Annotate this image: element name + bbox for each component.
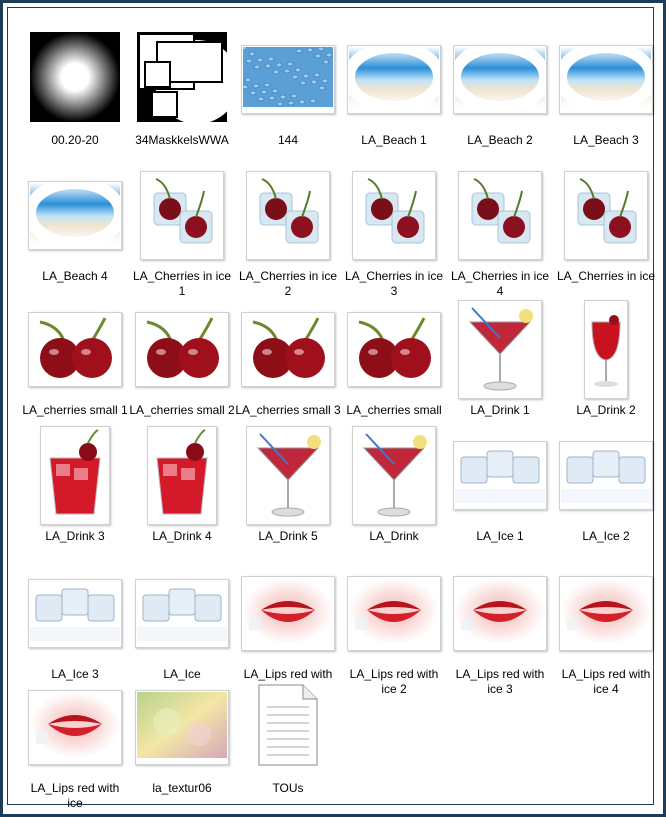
file-thumbnail <box>555 40 657 114</box>
file-thumbnail <box>246 170 330 260</box>
file-item[interactable]: LA_Lips red with ice 2 <box>341 565 447 697</box>
file-item[interactable]: 34MaskkelsWWA <box>129 31 239 148</box>
file-item[interactable]: la_textur06 <box>129 679 235 796</box>
file-name: la_textur06 <box>152 781 212 795</box>
file-item[interactable]: LA_Lips red with ice 3 <box>447 565 553 697</box>
file-thumbnail <box>241 575 335 651</box>
file-item[interactable]: 144 <box>235 31 341 148</box>
file-name: LA_cherries small 1 <box>22 403 128 417</box>
file-name: LA_cherries small 2 <box>129 403 235 417</box>
file-item[interactable]: LA_Beach 3 <box>553 31 659 148</box>
file-name: LA_Beach 4 <box>42 269 108 283</box>
file-item[interactable]: LA_cherries small 3 <box>235 301 341 418</box>
file-thumbnail <box>135 311 229 387</box>
file-name: LA_Ice 2 <box>582 529 630 543</box>
file-thumbnail <box>241 311 335 387</box>
file-name: 34MaskkelsWWA <box>135 133 229 147</box>
file-name: LA_Beach 2 <box>467 133 533 147</box>
file-item[interactable]: LA_Cherries in ice 3 <box>341 167 447 299</box>
file-thumbnail <box>140 170 224 260</box>
file-item[interactable]: LA_Drink 5 <box>235 425 341 544</box>
file-thumbnail <box>147 425 217 525</box>
file-name: LA_Lips red with ice <box>30 781 120 810</box>
file-item[interactable]: LA_Cherries in ice 1 <box>129 167 235 299</box>
file-thumbnail <box>137 31 239 127</box>
file-item[interactable]: LA_Cherries in ice <box>553 167 659 284</box>
file-name: LA_Cherries in ice 1 <box>132 269 232 298</box>
file-thumbnail <box>449 40 551 114</box>
file-name: LA_Drink 2 <box>576 403 636 417</box>
file-name: 144 <box>277 133 299 147</box>
file-thumbnail <box>28 578 122 648</box>
file-name: LA_Drink <box>369 529 419 543</box>
file-name: 00.20-20 <box>51 133 99 147</box>
file-item[interactable]: 00.20-20 <box>22 31 128 148</box>
file-thumbnail <box>28 311 122 387</box>
file-item[interactable]: LA_Beach 4 <box>22 167 128 284</box>
file-name: LA_Cherries in ice 4 <box>450 269 550 298</box>
file-item[interactable]: LA_Drink <box>341 425 447 544</box>
document-icon <box>257 683 319 772</box>
file-item[interactable]: LA_Ice 2 <box>553 427 659 544</box>
file-thumbnail <box>24 176 126 250</box>
file-item[interactable]: LA_Lips red with ice 1 <box>235 565 341 697</box>
file-item[interactable]: LA_Ice 1 <box>447 427 553 544</box>
file-item[interactable]: LA_Beach 1 <box>341 31 447 148</box>
file-thumbnail <box>40 425 110 525</box>
file-thumbnail <box>352 425 436 525</box>
file-item[interactable]: LA_Lips red with ice 4 <box>553 565 659 697</box>
file-item[interactable]: LA_Lips red with ice <box>22 679 128 811</box>
file-item[interactable]: LA_Cherries in ice 2 <box>235 167 341 299</box>
file-thumbnail <box>559 575 653 651</box>
file-name: LA_Beach 3 <box>573 133 639 147</box>
file-item[interactable]: LA_Drink 2 <box>553 299 659 418</box>
file-thumbnail <box>564 170 648 260</box>
file-name: LA_Cherries in ice <box>556 269 656 283</box>
file-name: LA_Drink 3 <box>45 529 105 543</box>
file-item[interactable]: LA_Cherries in ice 4 <box>447 167 553 299</box>
file-name: LA_cherries small <box>346 403 442 417</box>
file-thumbnail <box>347 575 441 651</box>
file-item[interactable]: LA_Beach 2 <box>447 31 553 148</box>
file-item[interactable]: LA_Ice <box>129 565 235 682</box>
file-item[interactable]: LA_cherries small 2 <box>129 301 235 418</box>
file-item[interactable]: LA_Drink 4 <box>129 425 235 544</box>
file-thumbnail <box>453 575 547 651</box>
file-item[interactable]: LA_cherries small 1 <box>22 301 128 418</box>
file-item[interactable]: LA_Ice 3 <box>22 565 128 682</box>
file-name: LA_Cherries in ice 3 <box>344 269 444 298</box>
file-thumbnail <box>28 689 122 765</box>
file-item[interactable]: TOUs <box>235 679 341 796</box>
file-item[interactable]: LA_Drink 3 <box>22 425 128 544</box>
file-item[interactable]: LA_cherries small <box>341 301 447 418</box>
file-name: LA_Lips red with ice 4 <box>561 667 651 696</box>
file-name: LA_Ice 1 <box>476 529 524 543</box>
file-name: LA_Drink 5 <box>258 529 318 543</box>
file-thumbnail <box>584 299 628 399</box>
file-thumbnail <box>559 440 653 510</box>
file-thumbnail <box>458 170 542 260</box>
file-thumbnail <box>458 299 542 399</box>
file-thumbnail <box>453 440 547 510</box>
file-thumbnail <box>347 311 441 387</box>
file-thumbnail <box>135 689 229 765</box>
file-thumbnail <box>30 31 120 127</box>
file-thumbnail <box>343 40 445 114</box>
file-name: LA_Beach 1 <box>361 133 427 147</box>
file-thumbnail <box>246 425 330 525</box>
file-name: LA_Lips red with ice 3 <box>455 667 545 696</box>
file-name: TOUs <box>272 781 304 795</box>
file-item[interactable]: LA_Drink 1 <box>447 299 553 418</box>
file-name: LA_Drink 4 <box>152 529 212 543</box>
file-name: LA_Drink 1 <box>470 403 530 417</box>
file-thumbnail <box>135 578 229 648</box>
file-name: LA_cherries small 3 <box>235 403 341 417</box>
file-name: LA_Lips red with ice 2 <box>349 667 439 696</box>
file-name: LA_Cherries in ice 2 <box>238 269 338 298</box>
file-thumbnail <box>352 170 436 260</box>
file-thumbnail <box>240 44 335 114</box>
